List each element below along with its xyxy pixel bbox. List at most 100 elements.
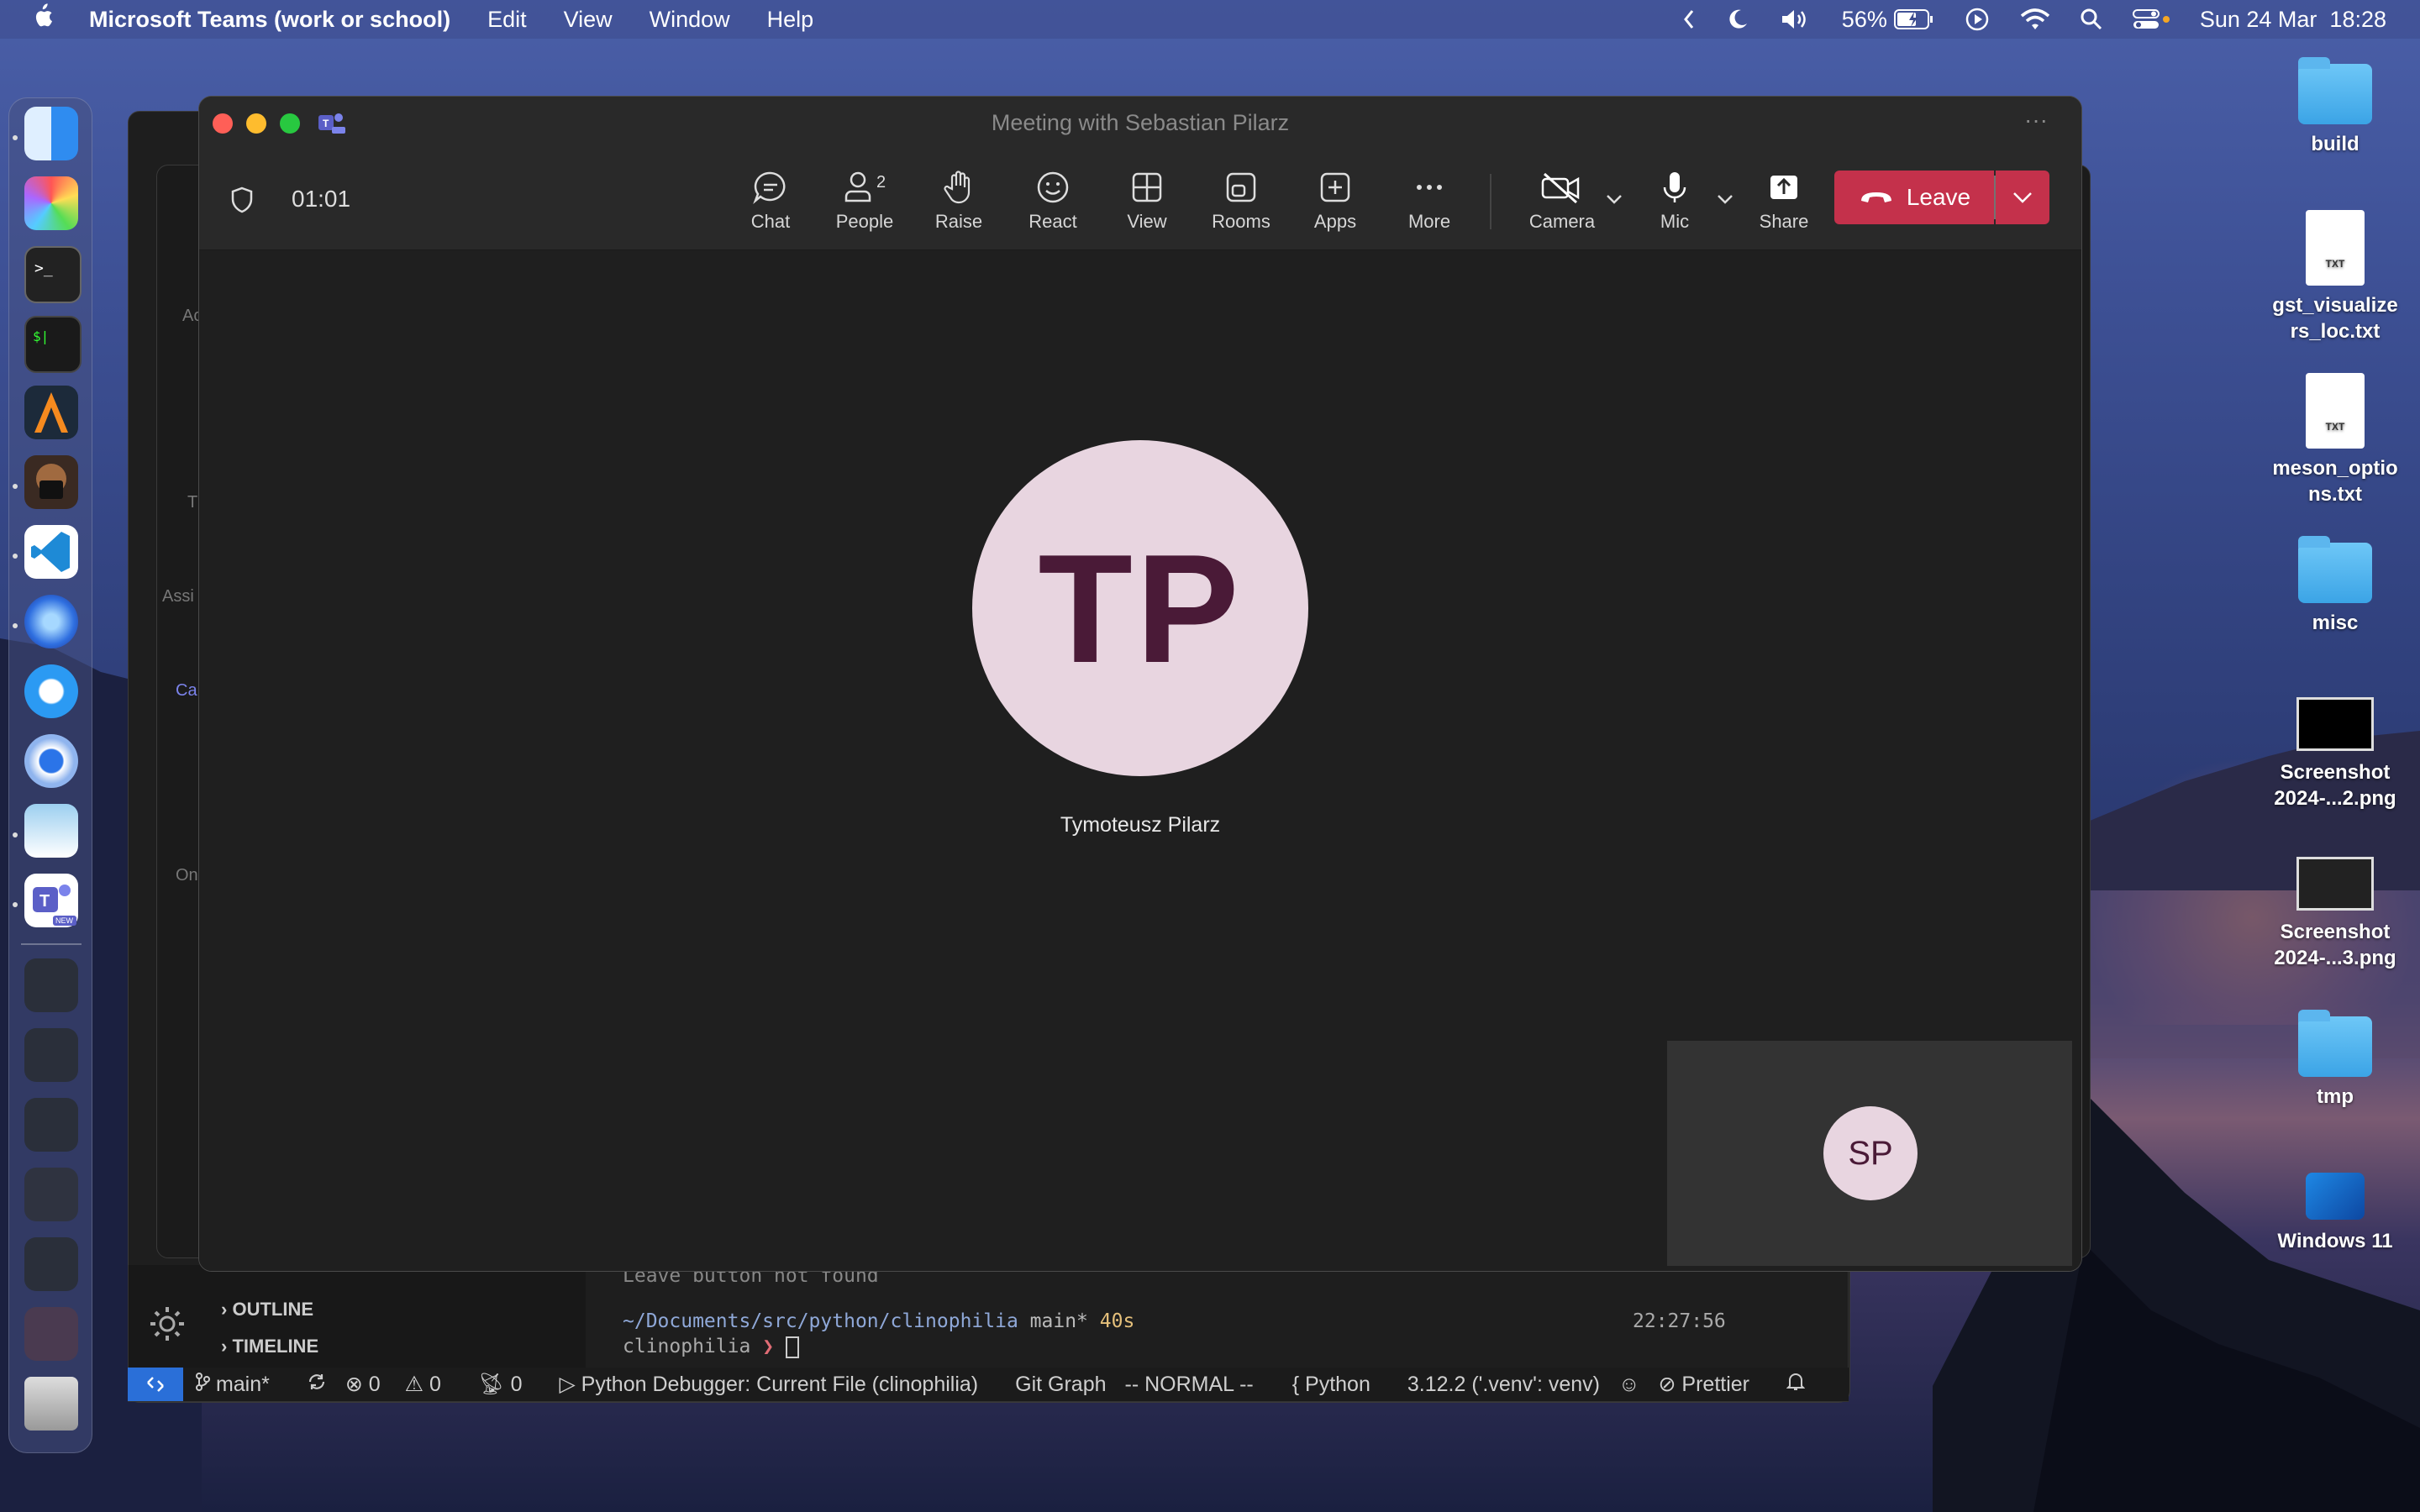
remote-indicator-icon[interactable] xyxy=(128,1368,183,1401)
alacritty-icon[interactable] xyxy=(24,386,78,439)
image-thumbnail-icon xyxy=(2296,857,2374,911)
menubar-datetime[interactable]: Sun 24 Mar 18:28 xyxy=(2200,7,2386,33)
vscode-icon[interactable] xyxy=(24,525,78,579)
chromium-icon[interactable] xyxy=(24,734,78,788)
desktop-item-windows-11[interactable]: Windows 11 xyxy=(2272,1173,2398,1254)
wifi-icon[interactable] xyxy=(2020,8,2050,31)
preview-icon[interactable] xyxy=(24,804,78,858)
menubar-status-area: 56% Sun 24 Mar 18:28 xyxy=(1682,0,2420,39)
bg-fragment-text: Ca xyxy=(176,681,197,700)
problems-status[interactable]: ⊗ 0 ⚠ 0 xyxy=(345,1372,460,1397)
vscode-window-thumbnail[interactable] xyxy=(24,1237,78,1291)
battery-percentage: 56% xyxy=(1841,6,1887,32)
teams-icon[interactable]: T NEW xyxy=(24,874,78,927)
shield-icon xyxy=(229,186,255,218)
launchpad-icon[interactable] xyxy=(24,176,78,230)
finder-icon[interactable] xyxy=(24,107,78,160)
folder-icon xyxy=(2298,536,2372,603)
mic-options-chevron-icon[interactable] xyxy=(1715,192,1735,210)
window-more-options-button[interactable]: ··· xyxy=(2024,107,2048,134)
settings-gear-icon[interactable] xyxy=(147,1304,187,1348)
svg-text:>_: >_ xyxy=(34,260,53,277)
camera-options-chevron-icon[interactable] xyxy=(1604,192,1624,210)
leave-options-button[interactable] xyxy=(1996,171,2049,224)
vscode-window-thumbnail[interactable] xyxy=(24,958,78,1012)
folder-icon xyxy=(2298,1010,2372,1077)
desktop-item-gst-visualizers[interactable]: TXT gst_visualizers_loc.txt xyxy=(2272,210,2398,344)
apple-menu-icon[interactable] xyxy=(30,3,55,36)
view-button[interactable]: View xyxy=(1107,169,1187,236)
ports-status[interactable]: 📡︎ 0 xyxy=(478,1373,541,1397)
spotlight-search-icon[interactable] xyxy=(2081,8,2102,30)
more-actions-button[interactable]: More xyxy=(1389,169,1470,236)
language-status[interactable]: { Python xyxy=(1292,1373,1389,1397)
launchpad-window-thumbnail[interactable] xyxy=(24,1168,78,1221)
safari-icon[interactable] xyxy=(24,664,78,718)
play-circle-icon[interactable] xyxy=(1965,7,1990,32)
trash-icon[interactable] xyxy=(24,1377,78,1431)
share-screen-icon xyxy=(1770,176,1797,199)
apps-button[interactable]: Apps xyxy=(1295,169,1376,236)
sync-icon[interactable] xyxy=(307,1372,327,1398)
menu-window[interactable]: Window xyxy=(650,7,730,33)
raise-hand-button[interactable]: Raise xyxy=(918,169,999,236)
share-button[interactable]: Share xyxy=(1744,169,1824,236)
prettier-status[interactable]: ⊘ Prettier xyxy=(1659,1372,1769,1397)
python-interpreter-status[interactable]: 3.12.2 ('.venv': venv) xyxy=(1407,1373,1600,1397)
dock-running-dot xyxy=(13,902,18,907)
outline-section[interactable]: › OUTLINE xyxy=(221,1299,313,1320)
git-graph-button[interactable]: Git Graph xyxy=(1015,1373,1106,1397)
smiley-icon xyxy=(1037,171,1069,203)
camera-button[interactable]: Camera xyxy=(1512,169,1612,236)
cyberduck-terminal-icon[interactable] xyxy=(24,455,78,509)
desktop-item-meson-options[interactable]: TXT meson_options.txt xyxy=(2272,373,2398,507)
chevron-down-icon xyxy=(2013,192,2032,203)
window-titlebar: T Meeting with Sebastian Pilarz ··· xyxy=(199,97,2081,149)
desktop-item-misc[interactable]: misc xyxy=(2272,536,2398,636)
people-button[interactable]: 2 People xyxy=(824,169,905,236)
menubar-app-name[interactable]: Microsoft Teams (work or school) xyxy=(89,7,450,33)
volume-icon[interactable] xyxy=(1780,8,1812,31)
macos-menubar: Microsoft Teams (work or school) Edit Vi… xyxy=(0,0,2420,39)
chat-button[interactable]: Chat xyxy=(730,169,811,236)
meeting-timer: 01:01 xyxy=(292,186,351,212)
desktop-item-tmp[interactable]: tmp xyxy=(2272,1010,2398,1110)
copilot-icon[interactable]: ☺ xyxy=(1618,1373,1640,1397)
desktop-item-build[interactable]: build xyxy=(2272,57,2398,157)
text-file-icon: TXT xyxy=(2306,210,2365,286)
participant-name: Tymoteusz Pilarz xyxy=(1060,813,1221,837)
mic-button[interactable]: Mic xyxy=(1634,169,1715,236)
iterm-icon[interactable]: $| xyxy=(24,316,82,373)
preview-window-thumbnail[interactable] xyxy=(24,1307,78,1361)
terminal-icon[interactable]: >_ xyxy=(24,246,82,303)
toolbar-divider xyxy=(1490,174,1491,229)
firefox-icon[interactable] xyxy=(24,595,78,648)
bg-fragment-text: On xyxy=(176,866,198,885)
battery-icon[interactable] xyxy=(1893,8,1934,30)
react-button[interactable]: React xyxy=(1013,169,1093,236)
notifications-bell-icon[interactable] xyxy=(1786,1372,1806,1398)
terminal-prompt-line: ~/Documents/src/python/clinophilia main*… xyxy=(623,1310,1135,1332)
dock-divider xyxy=(21,943,82,945)
focus-moon-icon[interactable] xyxy=(1726,8,1749,31)
leave-button[interactable]: Leave xyxy=(1834,171,1994,224)
self-view-tile[interactable]: SP xyxy=(1667,1041,2072,1266)
desktop-item-screenshot-3[interactable]: Screenshot 2024-...3.png xyxy=(2272,857,2398,971)
debugger-status[interactable]: ▷ Python Debugger: Current File (clinoph… xyxy=(560,1372,997,1397)
chevron-left-icon[interactable] xyxy=(1682,8,1696,30)
git-branch-status[interactable]: main* xyxy=(195,1372,288,1397)
svg-text:NEW: NEW xyxy=(55,916,74,925)
participant-avatar: TP xyxy=(972,440,1308,776)
rooms-button[interactable]: Rooms xyxy=(1201,169,1281,236)
self-avatar: SP xyxy=(1823,1106,1918,1200)
terminal-input-line[interactable]: clinophilia ❯ xyxy=(623,1336,799,1358)
menu-edit[interactable]: Edit xyxy=(487,7,527,33)
dock-running-dot xyxy=(13,832,18,837)
vscode-window-thumbnail[interactable] xyxy=(24,1098,78,1152)
menu-help[interactable]: Help xyxy=(767,7,814,33)
timeline-section[interactable]: › TIMELINE xyxy=(221,1336,318,1357)
control-center-icon[interactable] xyxy=(2132,8,2170,31)
desktop-item-screenshot-2[interactable]: Screenshot 2024-...2.png xyxy=(2272,697,2398,811)
menu-view[interactable]: View xyxy=(564,7,613,33)
vscode-window-thumbnail[interactable] xyxy=(24,1028,78,1082)
